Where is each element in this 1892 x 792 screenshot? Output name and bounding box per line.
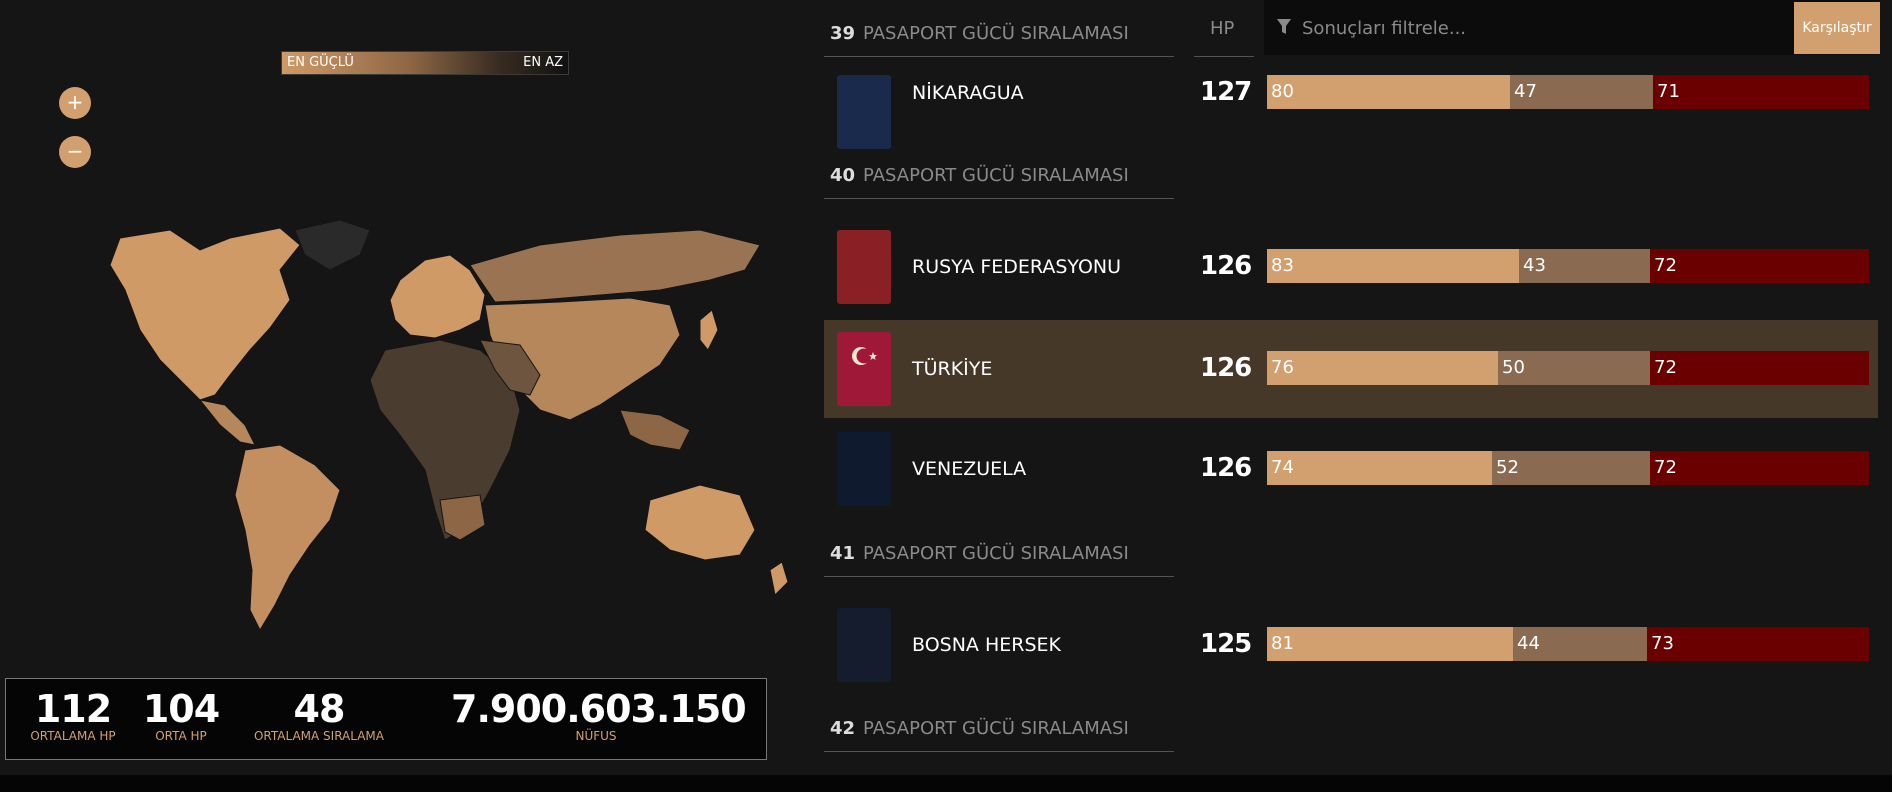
score-segment-visa-free: 76 xyxy=(1267,351,1498,385)
country-hp: 126 xyxy=(1200,251,1252,281)
stats-panel: 112 ORTALAMA HP 104 ORTA HP 48 ORTALAMA … xyxy=(5,678,767,760)
stat-value: 104 xyxy=(142,687,220,731)
rank-number: 41 xyxy=(830,543,856,564)
hp-header-label: HP xyxy=(1210,18,1235,39)
score-bar: 83 43 72 xyxy=(1267,249,1869,283)
stat-value: 7.900.603.150 xyxy=(451,687,747,731)
score-segment-visa-required: 72 xyxy=(1650,351,1869,385)
rank-heading-39: 39 PASAPORT GÜCÜ SIRALAMASI xyxy=(824,16,1174,57)
country-hp: 125 xyxy=(1200,629,1252,659)
country-row-venezuela[interactable]: VENEZUELA 126 74 52 72 xyxy=(824,420,1878,518)
map-southeast-asia[interactable] xyxy=(619,409,691,451)
filter-input[interactable] xyxy=(1300,10,1784,46)
map-central-america[interactable] xyxy=(198,399,256,446)
score-segment-visa-on-arrival: 47 xyxy=(1510,75,1653,109)
country-hp: 126 xyxy=(1200,353,1252,383)
rank-heading-42: 42 PASAPORT GÜCÜ SIRALAMASI xyxy=(824,711,1174,752)
score-segment-visa-on-arrival: 50 xyxy=(1498,351,1650,385)
rank-heading-label: PASAPORT GÜCÜ SIRALAMASI xyxy=(863,23,1129,44)
score-segment-visa-required: 72 xyxy=(1650,451,1869,485)
stat-label: ORTALAMA SIRALAMA xyxy=(253,729,384,743)
country-name: TÜRKİYE xyxy=(912,358,993,380)
map-japan[interactable] xyxy=(699,309,719,351)
rank-heading-label: PASAPORT GÜCÜ SIRALAMASI xyxy=(863,718,1129,739)
passport-image xyxy=(837,75,891,149)
ranking-list[interactable]: HP Karşılaştır 39 PASAPORT GÜCÜ SIRALAMA… xyxy=(824,0,1880,775)
zoom-out-button[interactable]: − xyxy=(59,136,91,168)
map-south-america[interactable] xyxy=(234,444,341,632)
country-row-russia[interactable]: RUSYA FEDERASYONU 126 83 43 72 xyxy=(824,218,1878,316)
score-segment-visa-required: 73 xyxy=(1647,627,1869,661)
score-segment-visa-required: 71 xyxy=(1653,75,1869,109)
passport-image xyxy=(837,432,891,506)
stat-average-rank: 48 ORTALAMA SIRALAMA xyxy=(244,689,394,743)
stat-median-hp: 104 ORTA HP xyxy=(136,689,226,743)
passport-image xyxy=(837,230,891,304)
compare-button[interactable]: Karşılaştır xyxy=(1794,2,1880,54)
filter-icon xyxy=(1277,19,1291,34)
rank-number: 42 xyxy=(830,718,856,739)
score-segment-visa-free: 81 xyxy=(1267,627,1513,661)
map-south-africa[interactable] xyxy=(439,494,486,541)
bottom-strip xyxy=(0,775,1892,792)
country-row-nicaragua[interactable]: NİKARAGUA 127 80 47 71 xyxy=(824,57,1878,155)
stat-label: ORTALAMA HP xyxy=(30,729,116,743)
country-name: BOSNA HERSEK xyxy=(912,634,1061,656)
stat-label: NÜFUS xyxy=(575,729,617,743)
map-north-america[interactable] xyxy=(109,227,301,401)
stat-value: 112 xyxy=(34,687,112,731)
rank-heading-label: PASAPORT GÜCÜ SIRALAMASI xyxy=(863,543,1129,564)
crescent-star-icon xyxy=(852,347,877,365)
world-map[interactable] xyxy=(40,210,800,650)
legend-strongest-label: EN GÜÇLÜ xyxy=(287,55,354,70)
rank-number: 39 xyxy=(830,23,856,44)
map-panel: EN GÜÇLÜ EN AZ + − 112 ORTALAMA HP 104 O… xyxy=(0,0,810,792)
country-hp: 127 xyxy=(1200,77,1252,107)
rank-heading-41: 41 PASAPORT GÜCÜ SIRALAMASI xyxy=(824,536,1174,577)
score-segment-visa-free: 74 xyxy=(1267,451,1492,485)
legend-weakest-label: EN AZ xyxy=(523,55,563,70)
filter-bar: Karşılaştır xyxy=(1264,0,1880,55)
country-name: RUSYA FEDERASYONU xyxy=(912,256,1122,278)
score-bar: 74 52 72 xyxy=(1267,451,1869,485)
country-hp: 126 xyxy=(1200,453,1252,483)
hp-column-header: HP xyxy=(1194,0,1254,57)
map-europe[interactable] xyxy=(389,254,486,339)
rank-heading-label: PASAPORT GÜCÜ SIRALAMASI xyxy=(863,165,1129,186)
stat-value: 48 xyxy=(293,687,346,731)
map-australia[interactable] xyxy=(644,484,756,561)
stat-population: 7.900.603.150 NÜFUS xyxy=(451,687,747,743)
map-greenland[interactable] xyxy=(294,219,371,271)
score-segment-visa-free: 80 xyxy=(1267,75,1510,109)
country-name: VENEZUELA xyxy=(912,458,1027,480)
score-segment-visa-on-arrival: 52 xyxy=(1492,451,1650,485)
zoom-in-button[interactable]: + xyxy=(59,87,91,119)
passport-image xyxy=(837,332,891,406)
country-row-turkiye[interactable]: TÜRKİYE 126 76 50 72 xyxy=(824,320,1878,418)
score-segment-visa-on-arrival: 44 xyxy=(1513,627,1647,661)
score-segment-visa-free: 83 xyxy=(1267,249,1519,283)
country-row-bosnia[interactable]: BOSNA HERSEK 125 81 44 73 xyxy=(824,596,1878,694)
map-legend: EN GÜÇLÜ EN AZ xyxy=(281,51,569,75)
rank-heading-40: 40 PASAPORT GÜCÜ SIRALAMASI xyxy=(824,158,1174,199)
score-bar: 76 50 72 xyxy=(1267,351,1869,385)
country-name: NİKARAGUA xyxy=(912,82,1024,104)
rank-number: 40 xyxy=(830,165,856,186)
map-russia[interactable] xyxy=(469,229,761,303)
stat-label: ORTA HP xyxy=(155,729,207,743)
passport-image xyxy=(837,608,891,682)
score-segment-visa-required: 72 xyxy=(1650,249,1869,283)
score-segment-visa-on-arrival: 43 xyxy=(1519,249,1650,283)
score-bar: 80 47 71 xyxy=(1267,75,1869,109)
stat-average-hp: 112 ORTALAMA HP xyxy=(18,689,128,743)
map-new-zealand[interactable] xyxy=(769,561,789,597)
score-bar: 81 44 73 xyxy=(1267,627,1869,661)
